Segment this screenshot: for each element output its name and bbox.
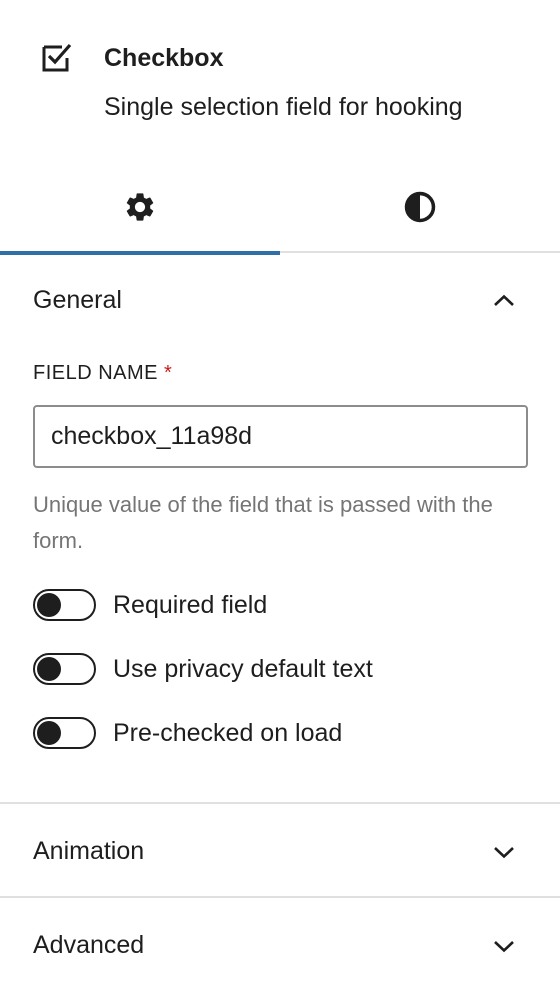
panel-advanced-toggle[interactable]: Advanced [0,898,560,992]
tab-styles[interactable] [280,160,560,253]
toggle-pre-checked[interactable]: Pre-checked on load [33,716,342,750]
field-name-label-text: FIELD NAME [33,362,159,384]
checkbox-icon [42,43,72,72]
panel-general-toggle[interactable]: General [0,253,560,347]
toggle-label: Required field [113,591,268,619]
toggle-thumb [37,721,61,745]
toggle-label: Pre-checked on load [113,719,343,747]
toggle-switch[interactable] [33,653,96,685]
gear-icon [126,192,154,221]
chevron-down-icon [494,941,514,953]
toggle-privacy-default-text[interactable]: Use privacy default text [33,652,373,686]
toggle-label: Use privacy default text [113,655,373,683]
chevron-down-icon [494,847,514,859]
panel-general: General FIELD NAME* Unique value of the … [0,253,560,804]
toggle-switch[interactable] [33,717,96,749]
chevron-up-icon [494,294,514,306]
contrast-icon [404,191,436,222]
block-title: Checkbox [104,44,224,72]
toggle-thumb [37,593,61,617]
panel-general-title: General [33,286,122,314]
field-name-label: FIELD NAME * [33,361,172,385]
toggle-required-field[interactable]: Required field [33,588,267,622]
panel-advanced-title: Advanced [33,931,145,959]
toggle-switch[interactable] [33,589,96,621]
panel-animation-toggle[interactable]: Animation [0,804,560,898]
inspector-tabs [0,160,560,255]
panel-animation-title: Animation [33,837,145,865]
tab-settings[interactable] [0,160,280,255]
toggle-thumb [37,657,61,681]
block-description: Single selection field for hooking [104,93,463,121]
required-marker: * [164,362,173,384]
panel-animation: Animation [0,804,560,898]
field-name-help-text: Unique value of the field that is passed… [33,492,493,553]
panel-advanced: Advanced [0,898,560,1000]
field-name-input[interactable] [33,405,528,468]
block-card: Checkbox Single selection field for hook… [0,0,560,160]
